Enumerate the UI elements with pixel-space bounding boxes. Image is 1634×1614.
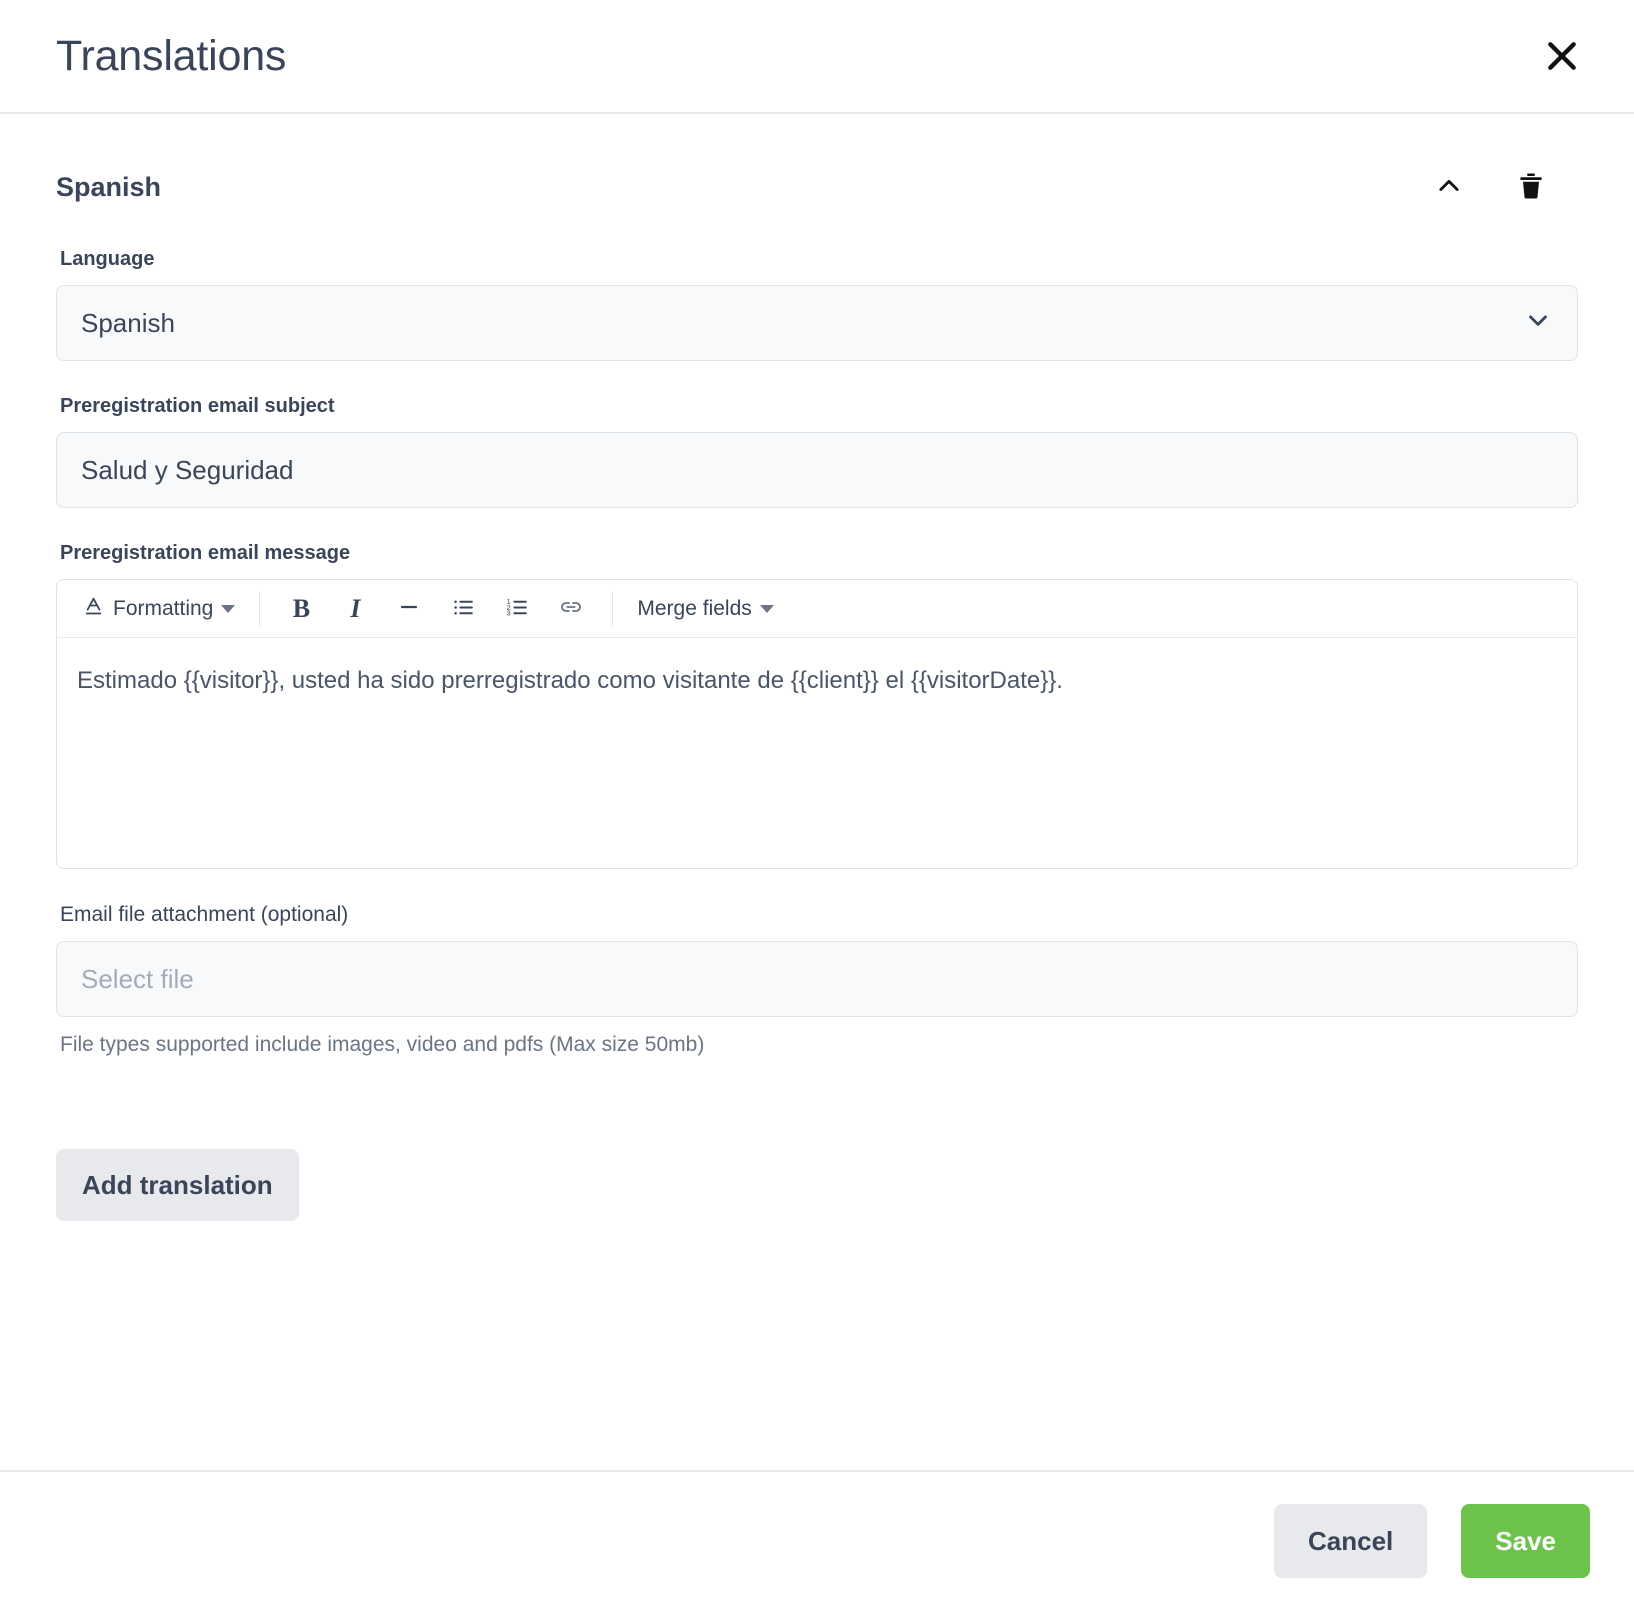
email-message-field: Preregistration email message Formatting — [56, 542, 1578, 869]
email-message-textarea[interactable]: Estimado {{visitor}}, usted ha sido prer… — [57, 638, 1577, 868]
toolbar-divider — [612, 590, 614, 627]
translation-section-header: Spanish — [56, 170, 1578, 204]
file-select-input[interactable]: Select file — [56, 941, 1578, 1017]
language-label: Language — [60, 248, 155, 270]
caret-down-icon — [759, 604, 774, 613]
close-icon — [1542, 36, 1582, 76]
chevron-down-icon — [1523, 305, 1553, 342]
numbered-list-button[interactable]: 1 2 3 — [490, 589, 544, 629]
cancel-button[interactable]: Cancel — [1274, 1504, 1428, 1578]
merge-fields-label: Merge fields — [637, 596, 752, 620]
email-attachment-label: Email file attachment (optional) — [60, 903, 349, 926]
svg-text:3: 3 — [507, 608, 511, 617]
dialog-body: Spanish Language Spanish Preregistration… — [0, 114, 1634, 1470]
dialog-title: Translations — [56, 31, 287, 80]
toolbar-divider — [259, 590, 261, 627]
dialog-footer: Cancel Save — [0, 1470, 1634, 1614]
email-attachment-field: Email file attachment (optional) Select … — [56, 903, 1578, 1057]
rich-text-editor: Formatting B I 1 2 3 Merge fields Estima… — [56, 579, 1578, 869]
email-subject-value: Salud y Seguridad — [81, 455, 294, 485]
save-button[interactable]: Save — [1461, 1504, 1590, 1578]
caret-down-icon — [221, 604, 236, 613]
translation-language-heading: Spanish — [56, 171, 162, 202]
italic-button[interactable]: I — [328, 589, 382, 629]
merge-fields-dropdown-button[interactable]: Merge fields — [627, 589, 783, 629]
insert-link-button[interactable] — [544, 589, 598, 629]
translation-section-actions — [1432, 170, 1578, 204]
editor-toolbar: Formatting B I 1 2 3 Merge fields — [57, 580, 1577, 638]
bullet-list-button[interactable] — [436, 589, 490, 629]
file-select-placeholder: Select file — [81, 964, 194, 994]
email-subject-label: Preregistration email subject — [60, 395, 335, 417]
bold-button[interactable]: B — [274, 589, 328, 629]
chevron-up-icon — [1435, 172, 1463, 203]
language-select[interactable]: Spanish — [56, 285, 1578, 361]
close-dialog-button[interactable] — [1534, 28, 1590, 84]
bullet-list-icon — [451, 595, 476, 623]
link-icon — [558, 594, 584, 623]
language-field: Language Spanish — [56, 248, 1578, 361]
attachment-help-text: File types supported include images, vid… — [60, 1033, 705, 1056]
trash-icon — [1516, 171, 1546, 204]
delete-translation-button[interactable] — [1514, 170, 1548, 204]
email-message-label: Preregistration email message — [60, 542, 351, 564]
language-selected-value: Spanish — [81, 308, 175, 338]
bold-icon: B — [292, 593, 311, 623]
numbered-list-icon: 1 2 3 — [505, 595, 530, 623]
dialog-header: Translations — [0, 0, 1634, 114]
formatting-dropdown-button[interactable]: Formatting — [73, 589, 245, 629]
horizontal-rule-button[interactable] — [382, 589, 436, 629]
italic-icon: I — [350, 593, 361, 623]
email-subject-input[interactable]: Salud y Seguridad — [56, 432, 1578, 508]
text-format-icon — [83, 595, 105, 623]
formatting-label: Formatting — [113, 596, 214, 620]
email-message-text: Estimado {{visitor}}, usted ha sido prer… — [77, 667, 1063, 694]
add-translation-button[interactable]: Add translation — [56, 1149, 299, 1221]
collapse-section-button[interactable] — [1432, 170, 1466, 204]
email-subject-field: Preregistration email subject Salud y Se… — [56, 395, 1578, 508]
horizontal-rule-icon — [397, 595, 421, 622]
translations-dialog: Translations Spanish Language Spanish Pr… — [0, 0, 1634, 1614]
